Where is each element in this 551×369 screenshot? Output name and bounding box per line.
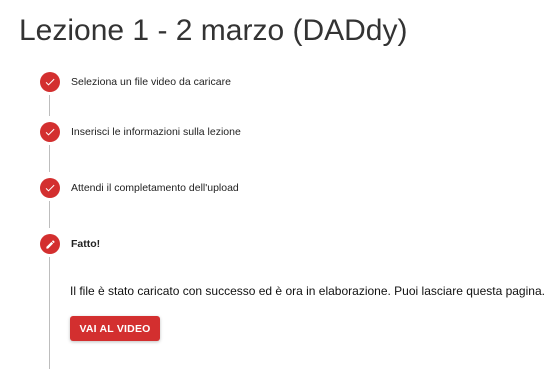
step-lesson-info: Inserisci le informazioni sulla lezione <box>40 121 241 143</box>
upload-stepper: Seleziona un file video da caricare Inse… <box>0 0 551 369</box>
check-icon <box>40 122 60 142</box>
step-label: Fatto! <box>71 238 101 250</box>
step-select-file: Seleziona un file video da caricare <box>40 71 231 93</box>
upload-success-message: Il file è stato caricato con successo ed… <box>70 284 545 298</box>
step-connector <box>49 145 50 172</box>
step-label: Attendi il completamento dell'upload <box>71 182 239 194</box>
step-label: Inserisci le informazioni sulla lezione <box>71 126 241 138</box>
step-label: Seleziona un file video da caricare <box>71 76 231 88</box>
pencil-icon <box>40 234 60 254</box>
check-icon <box>40 72 60 92</box>
step-connector <box>49 257 50 369</box>
step-done: Fatto! <box>40 233 100 255</box>
step-wait-upload: Attendi il completamento dell'upload <box>40 177 239 199</box>
upload-page: Lezione 1 - 2 marzo (DADdy) Seleziona un… <box>0 0 551 369</box>
step-connector <box>49 201 50 228</box>
check-icon <box>40 178 60 198</box>
step-connector <box>49 95 50 116</box>
go-to-video-button[interactable]: VAI AL VIDEO <box>70 316 160 341</box>
